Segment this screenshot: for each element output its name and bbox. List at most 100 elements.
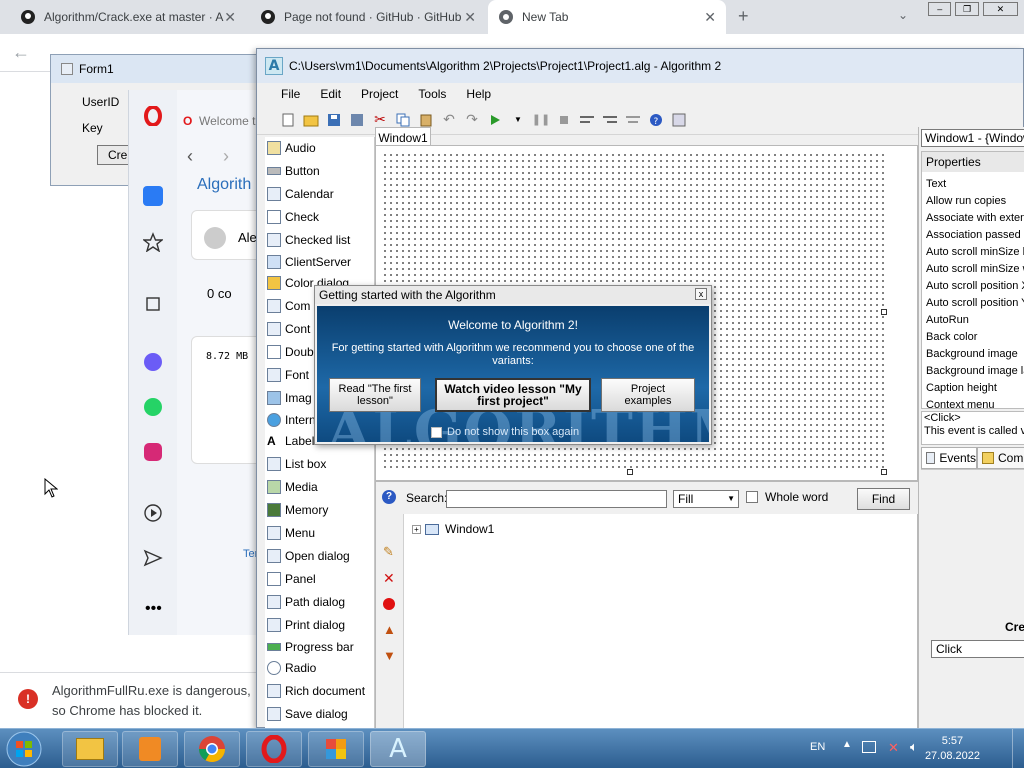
palette-item[interactable]: Calendar xyxy=(267,184,334,204)
palette-item[interactable]: Panel xyxy=(267,569,316,589)
chrome-taskbar-button[interactable] xyxy=(184,731,240,767)
algorithm-taskbar-button[interactable]: A xyxy=(370,731,426,767)
run-icon[interactable] xyxy=(486,111,504,129)
palette-item[interactable]: Cont xyxy=(267,319,310,339)
menu-tools[interactable]: Tools xyxy=(418,87,446,101)
palette-item[interactable]: Menu xyxy=(267,523,315,543)
tab-github-crack[interactable]: Algorithm/Crack.exe at master · A ✕ xyxy=(10,0,246,34)
property-row[interactable]: Association passed fi xyxy=(926,227,1024,244)
language-indicator[interactable]: EN xyxy=(810,741,825,753)
opera-logo-icon[interactable] xyxy=(143,106,163,126)
palette-item[interactable]: List box xyxy=(267,454,326,474)
redo-icon[interactable]: ↷ xyxy=(463,111,481,129)
show-desktop-button[interactable] xyxy=(1012,729,1024,768)
property-row[interactable]: Associate with extens xyxy=(926,210,1024,227)
cut-icon[interactable]: ✂ xyxy=(371,111,389,129)
delete-icon[interactable]: ✕ xyxy=(383,570,395,587)
send-icon[interactable] xyxy=(143,548,163,568)
menu-file[interactable]: File xyxy=(281,87,300,101)
office-taskbar-button[interactable] xyxy=(308,731,364,767)
help-icon[interactable]: ? xyxy=(647,111,665,129)
property-row[interactable]: AutoRun xyxy=(926,312,969,329)
start-button-icon[interactable] xyxy=(4,730,44,768)
project-examples-button[interactable]: Project examples xyxy=(601,378,695,412)
palette-item[interactable]: Save dialog xyxy=(267,704,348,724)
opera-taskbar-button[interactable] xyxy=(246,731,302,767)
media-player-taskbar-button[interactable] xyxy=(122,731,178,767)
tab-comments[interactable]: Comm xyxy=(977,447,1024,469)
property-row[interactable]: Allow run copies xyxy=(926,193,1006,210)
whole-word-checkbox[interactable] xyxy=(746,491,758,503)
tab-new-tab[interactable]: New Tab ✕ xyxy=(488,0,726,34)
menu-project[interactable]: Project xyxy=(361,87,398,101)
property-row[interactable]: Auto scroll position Y xyxy=(926,295,1024,312)
resize-handle[interactable] xyxy=(881,469,887,475)
explorer-taskbar-button[interactable] xyxy=(62,731,118,767)
save-icon[interactable] xyxy=(325,111,343,129)
expand-icon[interactable]: + xyxy=(412,524,421,534)
palette-item[interactable]: Intern xyxy=(267,410,316,430)
step-out-icon[interactable] xyxy=(624,111,642,129)
home-icon[interactable] xyxy=(143,186,163,206)
move-up-icon[interactable]: ▲ xyxy=(383,622,396,637)
step-into-icon[interactable] xyxy=(601,111,619,129)
palette-item[interactable]: Audio xyxy=(267,138,316,158)
player-icon[interactable] xyxy=(143,503,163,523)
palette-item[interactable]: Rich document xyxy=(267,681,365,701)
palette-item[interactable]: Path dialog xyxy=(267,592,345,612)
tab-page-not-found[interactable]: Page not found · GitHub · GitHub ✕ xyxy=(250,0,486,34)
back-icon[interactable]: ‹ xyxy=(187,146,193,167)
close-icon[interactable]: ✕ xyxy=(464,9,476,26)
undo-icon[interactable]: ↶ xyxy=(440,111,458,129)
palette-item[interactable]: Media xyxy=(267,477,318,497)
pause-icon[interactable]: ❚❚ xyxy=(532,111,550,129)
run-dropdown-icon[interactable]: ▼ xyxy=(509,111,527,129)
shopping-bag-icon[interactable] xyxy=(143,292,163,312)
palette-item[interactable]: Imag xyxy=(267,388,312,408)
palette-item[interactable]: Doub xyxy=(267,342,314,362)
palette-item[interactable]: A Label xyxy=(267,431,314,451)
close-icon[interactable]: x xyxy=(695,288,707,300)
dont-show-again[interactable]: Do not show this box again xyxy=(431,426,579,438)
menu-edit[interactable]: Edit xyxy=(320,87,341,101)
forward-icon[interactable]: › xyxy=(223,146,229,167)
palette-item[interactable]: Font xyxy=(267,365,309,385)
property-row[interactable]: Text xyxy=(926,176,946,193)
action-center-icon[interactable] xyxy=(862,741,876,753)
palette-item[interactable]: Memory xyxy=(267,500,328,520)
more-icon[interactable]: ••• xyxy=(145,600,162,618)
move-down-icon[interactable]: ▼ xyxy=(383,648,396,663)
tray-expand-icon[interactable]: ▲ xyxy=(842,739,852,750)
object-selector[interactable]: Window1 - {Window} xyxy=(921,129,1024,147)
event-combo[interactable]: Click xyxy=(931,640,1024,658)
close-icon[interactable]: ✕ xyxy=(224,9,236,26)
palette-item[interactable]: Open dialog xyxy=(267,546,350,566)
palette-item[interactable]: Check xyxy=(267,207,319,227)
copy-icon[interactable] xyxy=(394,111,412,129)
property-row[interactable]: Background image la xyxy=(926,363,1024,380)
whatsapp-icon[interactable] xyxy=(143,397,163,417)
resize-handle[interactable] xyxy=(627,469,633,475)
property-row[interactable]: Background image xyxy=(926,346,1018,363)
resize-handle[interactable] xyxy=(881,309,887,315)
network-disconnected-icon[interactable]: ✕ xyxy=(888,740,899,756)
palette-item[interactable]: Button xyxy=(267,161,320,181)
tree-item-window1[interactable]: + Window1 xyxy=(412,522,494,536)
chevron-down-icon[interactable]: ⌄ xyxy=(898,8,908,22)
new-tab-button[interactable]: + xyxy=(738,6,749,27)
menu-help[interactable]: Help xyxy=(466,87,491,101)
palette-item[interactable]: Checked list xyxy=(267,230,350,250)
palette-item[interactable]: ClientServer xyxy=(267,252,351,272)
help-icon[interactable]: ? xyxy=(382,490,396,504)
tab-events[interactable]: Events xyxy=(921,447,977,469)
open-folder-icon[interactable] xyxy=(302,111,320,129)
search-mode-select[interactable]: Fill ▼ xyxy=(673,490,739,508)
minimize-icon[interactable]: – xyxy=(928,2,952,16)
dont-show-checkbox[interactable] xyxy=(431,426,442,438)
volume-icon[interactable]: 🔈︎ xyxy=(910,739,918,755)
palette-item[interactable]: Com xyxy=(267,296,310,316)
taskbar-clock[interactable]: 5:57 27.08.2022 xyxy=(925,734,980,764)
first-lesson-button[interactable]: Read "The first lesson" xyxy=(329,378,421,412)
new-file-icon[interactable] xyxy=(279,111,297,129)
palette-item[interactable]: Radio xyxy=(267,658,316,678)
